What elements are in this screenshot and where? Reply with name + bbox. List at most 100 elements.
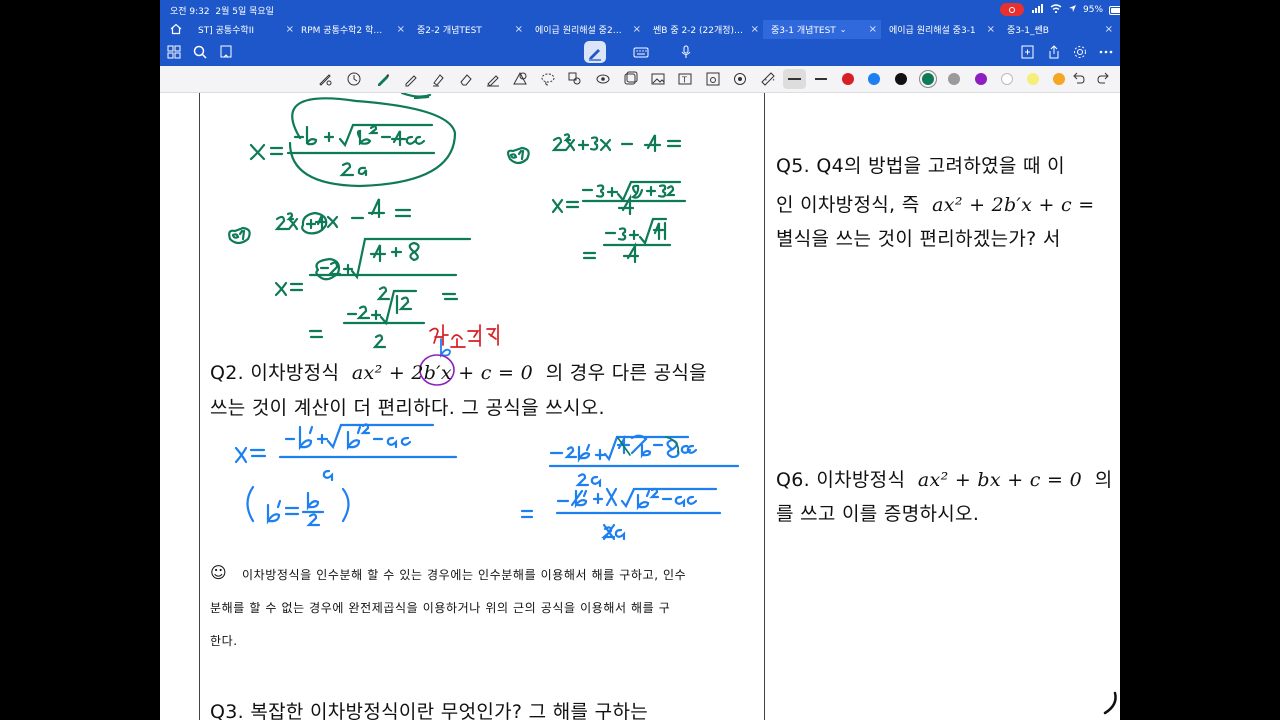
close-tab-icon[interactable]: × [397,24,405,35]
close-tab-icon[interactable]: × [1105,24,1113,35]
document-tab-bar: ST] 공통수학II × RPM 공통수학2 학… × 중2-2 개념TEST × 에… [160,20,1120,39]
drawing-toolbar: T · · [160,66,1120,93]
question-q5-line2: 인 이차방정식, 즉 ax² + 2b′x + c = [776,194,1095,216]
note-line1: 이차방정식을 인수분해 할 수 있는 경우에는 인수분해를 이용해서 해를 구하… [242,568,687,582]
home-icon[interactable] [170,23,182,35]
tab-0[interactable]: ST] 공통수학II × [190,20,298,39]
close-tab-icon[interactable]: × [987,24,995,35]
signal-icon [1032,4,1044,16]
tab-1[interactable]: RPM 공통수학2 학… × [293,20,409,39]
sticker-icon[interactable] [622,71,638,87]
share-icon[interactable] [1046,44,1062,60]
lasso-icon[interactable] [540,71,556,87]
question-q2-line2: 쓰는 것이 계산이 더 편리하다. 그 공식을 쓰시오. [210,397,605,419]
q5-equation: ax² + 2b′x + c = [932,194,1095,216]
color-swatch-yellow[interactable] [1027,73,1039,85]
handwritten-mark-bottom-right [1103,691,1117,715]
question-q5-line1: Q5. Q4의 방법을 고려하였을 때 이 [776,155,1065,177]
battery-icon [1109,5,1120,15]
tab-7[interactable]: 중3-1_쎈B × [999,20,1117,39]
color-swatch-blue[interactable] [868,73,880,85]
color-swatch-gray[interactable] [948,73,960,85]
close-tab-icon[interactable]: × [751,24,759,35]
battery-percent: 95% [1083,5,1104,15]
laser-pointer-icon[interactable] [595,71,611,87]
question-q2-line1: Q2. 이차방정식 ax² + 2b′x + c = 0 의 경우 다른 공식을 [210,362,707,384]
location-icon [1068,4,1077,16]
status-time: 오전 9:32 2월 5일 목요일 [170,7,274,17]
tab-label: 쎈B 중 2-2 (22개정)… [653,26,744,36]
pen-mode-button[interactable] [584,41,606,63]
color-swatch-red[interactable] [842,73,854,85]
color-swatch-orange[interactable] [1053,73,1065,85]
tab-label: 중3-1_쎈B [1007,26,1049,36]
note-line2: 분해를 할 수 없는 경우에 완전제곱식을 이용하거나 위의 근의 공식을 이용… [210,601,671,615]
zoom-tool-icon[interactable] [567,71,583,87]
pen-tool-icon[interactable] [375,71,391,87]
smiley-icon: ☺ [210,563,228,582]
ipad-screen: 오전 9:32 2월 5일 목요일 95% ST] 공통수학II × RPM 공통… [160,0,1120,720]
app-toolbar [160,39,1120,66]
tab-5-active[interactable]: 중3-1 개념TEST ⌄ × [763,20,881,39]
more-icon[interactable] [1098,44,1114,60]
handwritten-example-1 [506,133,687,264]
status-bar: 오전 9:32 2월 5일 목요일 95% [160,0,1120,20]
tab-label: 중3-1 개념TEST [771,26,836,36]
handwritten-derivation [520,434,740,541]
audio-icon[interactable] [732,71,748,87]
microphone-icon[interactable] [678,44,694,60]
color-swatch-black[interactable] [895,73,907,85]
tab-4[interactable]: 쎈B 중 2-2 (22개정)… × [645,20,763,39]
settings-icon[interactable] [1072,44,1088,60]
chevron-down-icon[interactable]: ⌄ [840,25,847,34]
close-tab-icon[interactable]: × [515,24,523,35]
note-line3: 한다. [210,634,238,648]
tab-label: 중2-2 개념TEST [417,26,482,36]
document-canvas[interactable]: Q2. 이차방정식 ax² + 2b′x + c = 0 의 경우 다른 공식을… [160,93,1120,720]
handwritten-formula-top [249,93,457,188]
history-icon[interactable] [346,71,362,87]
question-q5-line3: 별식을 쓰는 것이 편리하겠는가? 서 [776,228,1061,250]
tab-label: 에이급 원리해설 중2… [535,26,622,36]
tab-6[interactable]: 에이급 원리해설 중3-1 × [881,20,999,39]
pencil-icon[interactable] [403,71,419,87]
pencil-alt-icon[interactable] [485,71,501,87]
image-icon[interactable] [650,71,666,87]
q6-equation: ax² + bx + c = 0 [917,469,1082,491]
question-q6-line2: 를 쓰고 이를 증명하시오. [776,503,980,525]
color-swatch-green[interactable] [922,73,934,85]
lasso-pen-icon[interactable] [317,71,333,87]
color-swatch-white[interactable] [1001,73,1013,85]
tab-2[interactable]: 중2-2 개념TEST × [409,20,527,39]
color-swatch-purple[interactable] [975,73,987,85]
system-indicators: 95% [1032,4,1120,16]
question-q3: Q3. 복잡한 이차방정식이란 무엇인가? 그 해를 구하는 [210,701,649,720]
tab-label: RPM 공통수학2 학… [301,26,383,36]
stroke-width-medium[interactable] [815,78,827,81]
undo-icon[interactable] [1070,71,1086,87]
handwritten-even-formula [234,423,458,527]
shape-icon[interactable] [512,71,528,87]
bookmark-icon[interactable] [218,44,234,60]
camera-icon[interactable] [705,71,721,87]
close-tab-icon[interactable]: × [633,24,641,35]
keyboard-icon[interactable] [633,44,649,60]
tab-label: ST] 공통수학II [198,26,255,36]
stroke-width-thin[interactable] [788,78,801,80]
close-tab-icon[interactable]: × [869,24,877,35]
add-page-icon[interactable] [1020,44,1036,60]
screen-record-icon[interactable] [1000,3,1024,16]
q2-equation: ax² + 2b′x + c = 0 [351,362,533,384]
search-icon[interactable] [192,44,208,60]
grid-view-icon[interactable] [166,44,182,60]
eraser-icon[interactable] [458,71,474,87]
pen-icon [589,49,601,61]
redo-icon[interactable] [1096,71,1112,87]
divider-dots: · · [764,73,776,87]
svg-text:T: T [681,76,687,85]
text-box-icon[interactable]: T [677,71,693,87]
highlighter-icon[interactable] [430,71,446,87]
handwritten-example-2 [228,198,472,349]
tab-3[interactable]: 에이급 원리해설 중2… × [527,20,645,39]
wifi-icon [1050,4,1062,16]
